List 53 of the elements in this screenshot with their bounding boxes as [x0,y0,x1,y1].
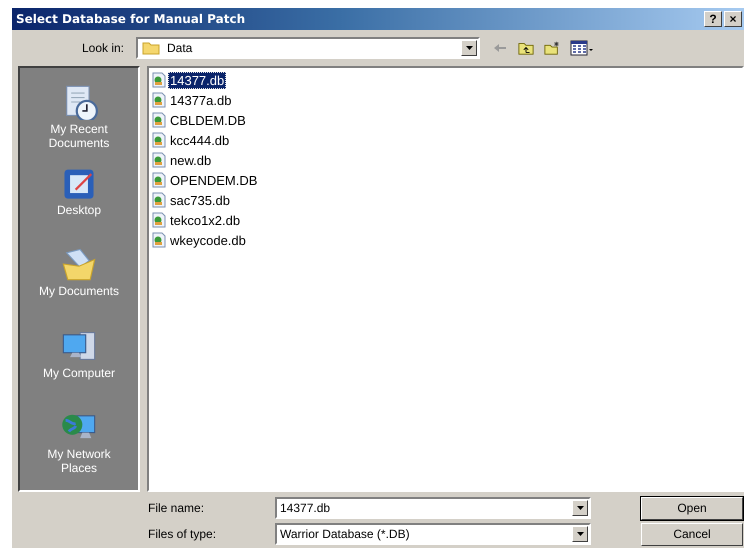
file-item[interactable]: 14377.db [168,72,226,88]
database-file-icon [152,172,166,188]
database-file-icon [152,212,166,228]
database-file-icon [152,132,166,148]
file-item[interactable]: wkeycode.db [168,232,248,248]
file-name-label: File name: [147,501,206,515]
place-item[interactable]: My Documents [20,246,138,328]
folder-icon [142,41,160,55]
help-button[interactable]: ? [704,11,722,27]
dropdown-button[interactable] [572,526,588,542]
file-type-dropdown[interactable]: Warrior Database (*.DB) [275,523,591,545]
file-item[interactable]: CBLDEM.DB [168,112,248,128]
database-file-icon [152,232,166,248]
open-button[interactable]: Open [641,496,743,520]
database-file-icon [152,112,166,128]
place-label: My Documents [38,284,120,298]
file-item[interactable]: 14377a.db [168,92,234,108]
dropdown-button[interactable] [572,500,588,516]
place-item[interactable]: Desktop [20,165,138,246]
file-name-value: 14377.db [279,501,332,515]
file-item[interactable]: kcc444.db [168,132,232,148]
file-item[interactable]: OPENDEM.DB [168,172,260,188]
file-type-value: Warrior Database (*.DB) [279,527,411,541]
look-in-label: Look in: [80,41,125,55]
place-item[interactable]: My Network Places [20,408,138,490]
caret-icon [576,532,584,536]
place-item[interactable]: My Recent Documents [20,84,138,166]
place-label: My Recent Documents [48,122,110,150]
folder-documents-icon [60,246,98,282]
close-button[interactable]: × [724,11,742,27]
database-file-icon [152,192,166,208]
file-name-field[interactable]: 14377.db [275,497,591,519]
caret-icon [466,46,472,50]
look-in-value: Data [166,41,194,55]
database-file-icon [152,72,166,88]
file-item[interactable]: tekco1x2.db [168,212,242,228]
view-menu-icon[interactable] [570,40,594,56]
look-in-dropdown[interactable]: Data [136,37,480,59]
place-label: My Network Places [46,446,112,475]
new-folder-icon[interactable] [544,40,560,56]
place-label: Desktop [56,203,102,218]
file-item[interactable]: sac735.db [168,192,232,208]
file-item[interactable]: new.db [168,152,214,168]
database-file-icon [152,92,166,108]
up-folder-icon[interactable] [518,40,534,56]
dropdown-button[interactable] [461,40,477,56]
cancel-button[interactable]: Cancel [641,522,743,546]
caret-icon [576,506,584,510]
place-item[interactable]: My Computer [20,328,138,409]
database-file-icon [152,152,166,168]
window-title: Select Database for Manual Patch [16,12,246,26]
place-label: My Computer [42,366,116,380]
file-type-label: Files of type: [147,527,218,541]
